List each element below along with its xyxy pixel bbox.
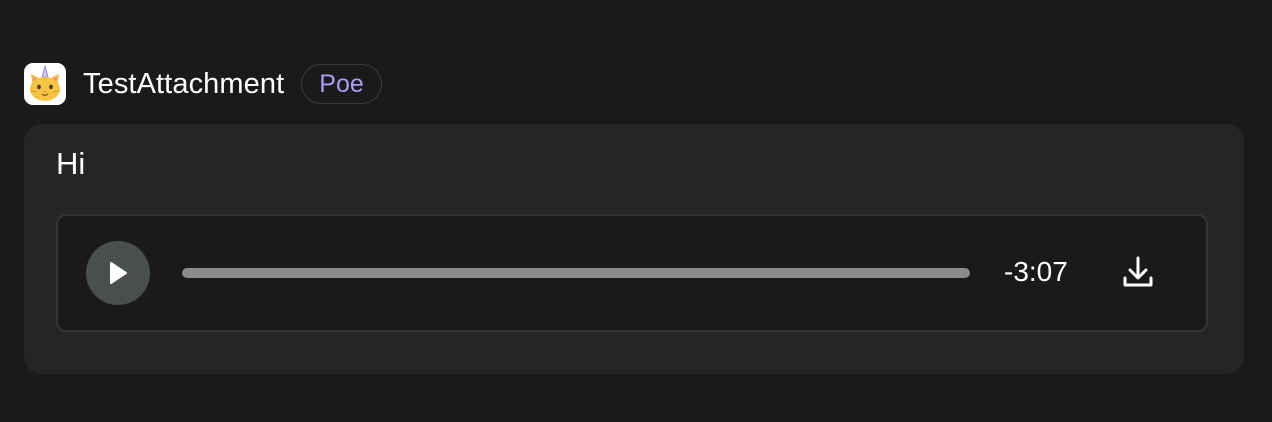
play-button[interactable] [86,241,150,305]
cat-unicorn-avatar-icon [29,65,61,101]
message-header: TestAttachment Poe [24,63,1244,105]
audio-progress-slider[interactable] [182,268,970,278]
download-icon [1123,256,1153,287]
bot-message: TestAttachment Poe Hi -3:07 [24,63,1244,374]
play-icon [110,262,127,284]
bot-name[interactable]: TestAttachment [83,68,284,101]
time-remaining: -3:07 [1004,256,1068,287]
bot-avatar[interactable] [24,63,66,105]
audio-player: -3:07 [56,214,1208,332]
bot-provider-badge[interactable]: Poe [301,64,382,104]
download-button[interactable] [1120,254,1156,290]
message-text: Hi [56,146,86,181]
message-bubble: Hi -3:07 [24,124,1244,374]
